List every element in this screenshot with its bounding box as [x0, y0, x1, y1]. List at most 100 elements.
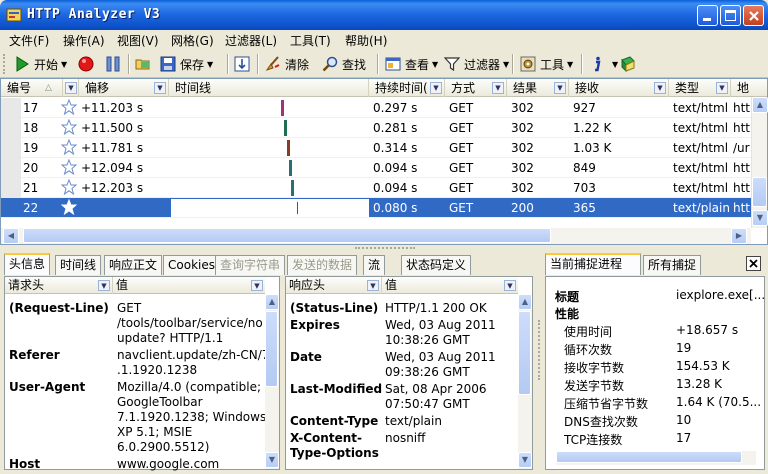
tab-current-capture[interactable]: 当前捕捉进程 — [545, 253, 641, 275]
header-value: Mozilla/4.0 (compatible; — [117, 380, 261, 394]
col-received[interactable]: 接收 ▼ — [569, 79, 669, 97]
scroll-thumb[interactable] — [752, 177, 767, 207]
response-headers-pane[interactable]: 响应头 ▼ 值 ▼ (Status-Line) HTTP/1.1 200 OK Expi… — [285, 276, 533, 470]
close-button[interactable] — [743, 5, 764, 26]
tab-cookies[interactable]: Cookies — [163, 255, 220, 275]
pause-button[interactable] — [105, 53, 125, 75]
tools-button[interactable]: 工具 ▼ — [520, 53, 573, 75]
table-row[interactable]: 22 0.080 s GET 200 365 text/plain htt — [1, 198, 751, 218]
auto-scroll-button[interactable] — [234, 53, 254, 75]
scroll-up-button[interactable]: ▲ — [518, 294, 532, 310]
tab-stream[interactable]: 流 — [363, 255, 386, 275]
tab-sent-data[interactable]: 发送的数据 — [287, 255, 358, 275]
close-panel-button[interactable] — [746, 256, 761, 271]
grid-horizontal-scrollbar[interactable]: ◀ ▶ — [1, 228, 751, 244]
open-button[interactable] — [135, 53, 155, 75]
broom-icon — [265, 56, 280, 71]
cell-method: GET — [449, 161, 474, 175]
tab-status-codes[interactable]: 状态码定义 — [401, 255, 472, 275]
scroll-down-button[interactable]: ▼ — [518, 452, 532, 468]
scroll-left-button[interactable]: ◀ — [3, 228, 19, 244]
title-bar[interactable]: HTTP Analyzer V3 — [0, 0, 768, 30]
horizontal-splitter[interactable] — [0, 245, 768, 253]
header-value: HTTP/1.1 200 OK — [385, 301, 487, 315]
vertical-splitter[interactable] — [538, 320, 542, 380]
col-duration[interactable]: 持续时间(▼ — [369, 79, 445, 97]
scroll-right-button[interactable]: ▶ — [731, 228, 747, 244]
star-icon[interactable] — [61, 119, 77, 135]
scroll-thumb[interactable] — [518, 311, 531, 395]
session-grid[interactable]: 编号 △ ▼ 偏移 ▼ 时间线 持续时间(▼ 方式 ▼ 结果 ▼ 接收 ▼ 类型 ▼ 地 1… — [0, 78, 768, 245]
cell-duration: 0.297 s — [373, 101, 418, 115]
col-address[interactable]: 地 — [731, 79, 751, 97]
star-icon[interactable] — [61, 179, 77, 195]
menu-action[interactable]: 操作(A) — [63, 32, 105, 49]
help-book-button[interactable] — [620, 53, 640, 75]
tab-query-string[interactable]: 查询字符串 — [215, 255, 286, 275]
view-button[interactable]: 查看 ▼ — [385, 53, 438, 75]
col-response-value[interactable]: 值 ▼ — [382, 277, 518, 294]
request-headers-pane[interactable]: 请求头 ▼ 值 ▼ (Request-Line) GET/tools/toolbar/… — [4, 276, 280, 471]
request-scrollbar[interactable]: ▲ ▼ — [265, 294, 279, 469]
menu-filter[interactable]: 过滤器(L) — [225, 32, 277, 49]
tab-headers[interactable]: 头信息 — [4, 253, 51, 275]
title-label: 标题 — [555, 290, 580, 304]
tab-all-captures[interactable]: 所有捕捉 — [643, 255, 702, 275]
scroll-thumb[interactable] — [556, 451, 742, 463]
row-gutter — [1, 158, 21, 178]
save-button[interactable]: 保存 ▼ — [160, 53, 213, 75]
header-name: Host — [9, 457, 41, 471]
grid-vertical-scrollbar[interactable]: ▲ ▼ — [751, 97, 768, 228]
session-horizontal-scrollbar[interactable] — [556, 451, 756, 465]
col-result[interactable]: 结果 ▼ — [507, 79, 569, 97]
table-row[interactable]: 20 +12.094 s 0.094 s GET 302 849 text/html htt — [1, 158, 751, 178]
scroll-down-button[interactable]: ▼ — [752, 210, 768, 226]
col-type[interactable]: 类型 ▼ — [669, 79, 731, 97]
stop-button[interactable] — [78, 53, 98, 75]
table-row[interactable]: 19 +11.781 s 0.314 s GET 302 1.03 K text/html /… — [1, 138, 751, 158]
col-id-filter[interactable]: ▼ — [63, 79, 79, 97]
stat-value: 13.28 K — [676, 377, 723, 391]
scroll-up-button[interactable]: ▲ — [265, 294, 279, 310]
col-request-header[interactable]: 请求头 ▼ — [5, 277, 113, 294]
star-icon[interactable] — [61, 139, 77, 155]
tab-response-body[interactable]: 响应正文 — [104, 255, 163, 275]
help-book-icon — [621, 56, 635, 72]
star-icon[interactable] — [61, 99, 77, 115]
star-icon[interactable] — [61, 159, 77, 175]
toolbar: 开始 ▼ 保存 ▼ 清除 查找 查看 ▼ 过滤器 ▼ 工具 ▼ ▼ — [0, 50, 768, 78]
stat-value: +18.657 s — [676, 323, 739, 337]
row-gutter — [1, 138, 21, 158]
filter-button[interactable]: 过滤器 ▼ — [444, 53, 509, 75]
session-stats-pane[interactable]: 标题 iexplore.exe[... 性能 使用时间 +18.657 s 循环次数… — [545, 276, 765, 470]
col-request-value[interactable]: 值 ▼ — [113, 277, 265, 294]
col-id[interactable]: 编号 △ — [1, 79, 63, 97]
scroll-thumb[interactable] — [265, 311, 278, 387]
tab-timeline[interactable]: 时间线 — [55, 255, 102, 275]
menu-help[interactable]: 帮助(H) — [345, 32, 387, 49]
menu-grid[interactable]: 网格(G) — [171, 32, 214, 49]
find-button[interactable]: 查找 — [322, 53, 366, 75]
response-scrollbar[interactable]: ▲ ▼ — [518, 294, 532, 469]
menu-file[interactable]: 文件(F) — [9, 32, 49, 49]
table-row[interactable]: 18 +11.500 s 0.281 s GET 302 1.22 K text/html h… — [1, 118, 751, 138]
table-row[interactable]: 21 +12.203 s 0.094 s GET 302 703 text/html htt — [1, 178, 751, 198]
minimize-button[interactable] — [697, 5, 718, 26]
menu-tools[interactable]: 工具(T) — [290, 32, 331, 49]
scroll-thumb[interactable] — [23, 228, 551, 243]
col-offset[interactable]: 偏移 ▼ — [79, 79, 169, 97]
col-timeline[interactable]: 时间线 — [169, 79, 369, 97]
clear-button[interactable]: 清除 — [265, 53, 309, 75]
cell-received: 703 — [573, 181, 596, 195]
start-button[interactable]: 开始 ▼ — [14, 53, 67, 75]
star-icon[interactable] — [61, 199, 77, 215]
scroll-down-button[interactable]: ▼ — [265, 452, 279, 468]
menu-view[interactable]: 视图(V) — [117, 32, 159, 49]
about-button[interactable]: ▼ — [589, 53, 618, 75]
stat-value: 17 — [676, 431, 692, 445]
maximize-button[interactable] — [720, 5, 741, 26]
table-row[interactable]: 17 +11.203 s 0.297 s GET 302 927 text/html htt — [1, 98, 751, 118]
col-method[interactable]: 方式 ▼ — [445, 79, 507, 97]
scroll-up-button[interactable]: ▲ — [752, 97, 768, 113]
col-response-header[interactable]: 响应头 ▼ — [286, 277, 382, 294]
